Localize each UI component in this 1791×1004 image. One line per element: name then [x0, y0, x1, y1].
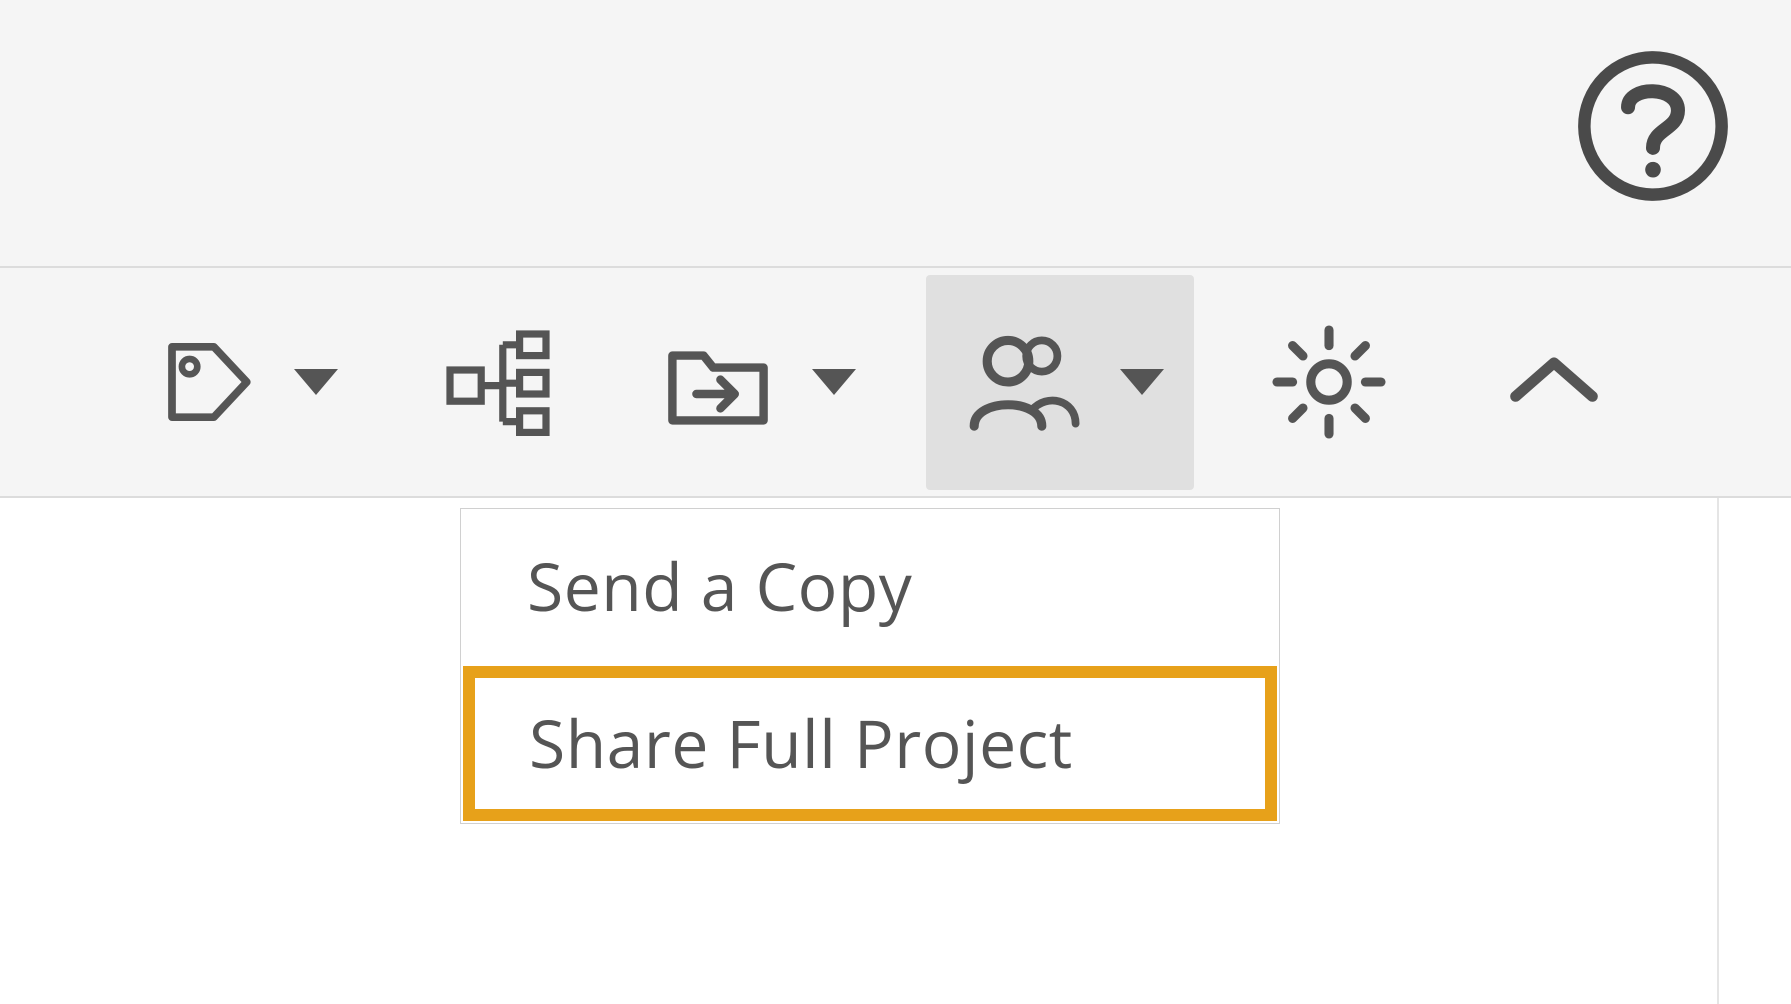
- hierarchy-button[interactable]: [408, 275, 588, 490]
- header-area: [0, 0, 1791, 268]
- menu-item-send-copy[interactable]: Send a Copy: [461, 509, 1279, 664]
- menu-item-share-full-project[interactable]: Share Full Project: [463, 666, 1277, 821]
- hierarchy-icon: [438, 322, 558, 442]
- collapse-button[interactable]: [1464, 275, 1644, 490]
- folder-move-icon: [658, 322, 778, 442]
- tag-button[interactable]: [120, 275, 368, 490]
- tag-icon: [150, 327, 260, 437]
- share-dropdown: Send a Copy Share Full Project: [460, 508, 1280, 824]
- toolbar: [0, 268, 1791, 498]
- chevron-down-icon: [1120, 369, 1164, 395]
- help-button[interactable]: [1575, 50, 1731, 206]
- vertical-divider: [1717, 498, 1719, 1004]
- chevron-up-icon: [1494, 322, 1614, 442]
- chevron-down-icon: [294, 369, 338, 395]
- people-icon: [956, 317, 1086, 447]
- move-to-button[interactable]: [628, 275, 886, 490]
- help-icon: [1575, 48, 1731, 209]
- settings-button[interactable]: [1234, 275, 1424, 490]
- gear-icon: [1264, 317, 1394, 447]
- share-button[interactable]: [926, 275, 1194, 490]
- chevron-down-icon: [812, 369, 856, 395]
